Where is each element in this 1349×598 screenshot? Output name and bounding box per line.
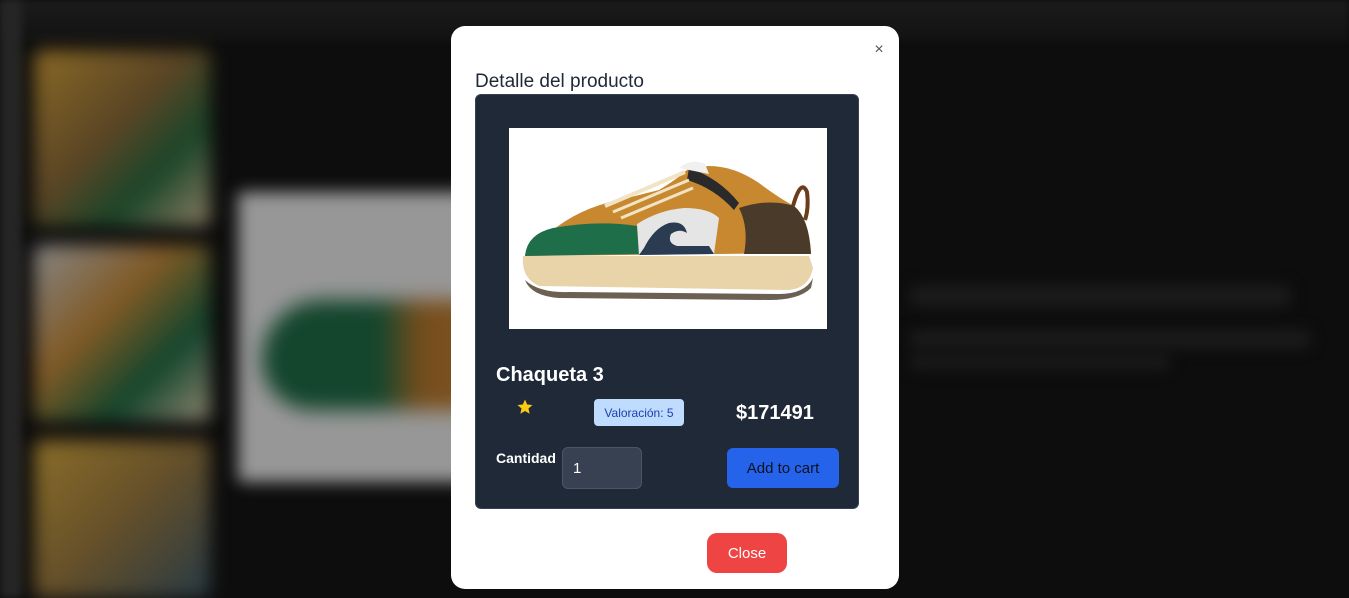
product-price: $171491 xyxy=(736,402,814,424)
add-to-cart-button[interactable]: Add to cart xyxy=(727,448,839,488)
product-name: Chaqueta 3 xyxy=(496,364,604,386)
product-card: Chaqueta 3 Valoración: 5 $171491 Cantida… xyxy=(475,94,859,509)
modal-title: Detalle del producto xyxy=(475,71,644,92)
rating-badge: Valoración: 5 xyxy=(594,399,684,426)
close-icon[interactable]: × xyxy=(869,40,889,60)
quantity-input[interactable] xyxy=(562,447,642,489)
star-icon xyxy=(517,399,533,414)
quantity-label: Cantidad xyxy=(496,450,556,466)
product-detail-modal: Detalle del producto × Chaqueta 3 Valora… xyxy=(451,26,899,589)
close-button[interactable]: Close xyxy=(707,533,787,573)
sneaker-image xyxy=(509,128,827,329)
